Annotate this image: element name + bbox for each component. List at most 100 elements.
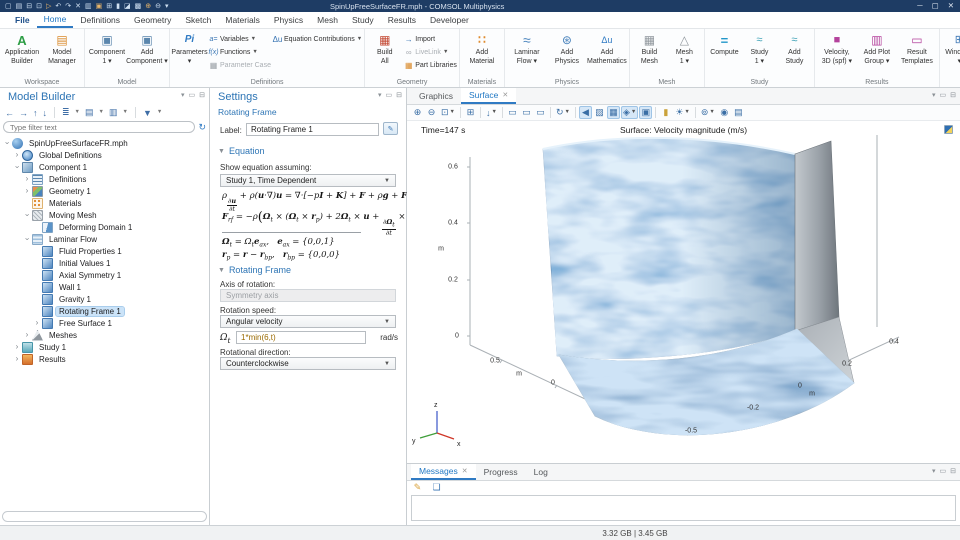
new-file-icon[interactable]: ▢ — [5, 3, 12, 10]
ribbon-button-study-1[interactable]: ≈Study1 ▾ — [742, 30, 777, 77]
environment-icon[interactable]: ⊚▼ — [699, 106, 717, 119]
zoom-extents-icon[interactable]: ⊞ — [464, 106, 477, 119]
move-down-icon[interactable]: ↓ — [43, 108, 48, 118]
ribbon-button-result-templates[interactable]: ▭ResultTemplates — [897, 30, 937, 77]
view-zx-plane-icon[interactable]: ▭ — [534, 106, 547, 119]
go-to-default-view-icon[interactable]: ↓▼ — [484, 106, 499, 119]
panel-close-icon[interactable]: ⊟ — [199, 91, 205, 99]
messages-tab-messages[interactable]: Messages✕ — [411, 464, 476, 480]
ribbon-button-add-material[interactable]: ∷AddMaterial — [462, 30, 502, 77]
duplicate-icon[interactable]: ⊞ — [106, 3, 112, 10]
ribbon-button-parameters[interactable]: PiParameters▾ — [172, 30, 207, 77]
expand-arrow-icon[interactable]: › — [13, 355, 21, 363]
ribbon-button-add-component[interactable]: ▣AddComponent ▾ — [127, 30, 167, 77]
show-icon[interactable]: ▤ — [85, 107, 94, 118]
panel-menu-icon[interactable]: ▾ — [932, 467, 936, 475]
panel-float-icon[interactable]: ▭ — [940, 467, 947, 475]
tree-row-moving-mesh[interactable]: ›Moving Mesh — [3, 209, 207, 221]
tree-row-materials[interactable]: Materials — [3, 197, 207, 209]
tree-row-fluid-properties-1[interactable]: Fluid Properties 1 — [3, 245, 207, 257]
ribbon-button-add-study[interactable]: ≈AddStudy — [777, 30, 812, 77]
menu-tab-geometry[interactable]: Geometry — [127, 12, 178, 28]
tree-row-global-definitions[interactable]: ›Global Definitions — [3, 149, 207, 161]
view-yz-plane-icon[interactable]: ▭ — [520, 106, 533, 119]
tree-row-rotating-frame-1[interactable]: Rotating Frame 1 — [3, 305, 207, 317]
model-builder-bottom-box[interactable] — [2, 511, 207, 522]
model-tree-node-text-icon[interactable]: ▥ — [109, 107, 118, 118]
graphics-tab-surface[interactable]: Surface✕ — [461, 88, 516, 104]
panel-float-icon[interactable]: ▭ — [940, 91, 947, 99]
tree-row-deforming-domain-1[interactable]: Deforming Domain 1 — [3, 221, 207, 233]
zoom-to-icon[interactable]: ⊕ — [145, 3, 151, 10]
tree-row-free-surface-1[interactable]: ›Free Surface 1 — [3, 317, 207, 329]
angular-velocity-input[interactable] — [236, 331, 366, 344]
highlight-icon[interactable]: ▩ — [135, 3, 142, 10]
refresh-icon[interactable]: ↻ — [198, 122, 206, 133]
label-input[interactable] — [246, 123, 379, 136]
run-icon[interactable]: ▷ — [46, 3, 51, 10]
lock-icon[interactable]: ▮ — [659, 106, 672, 119]
expand-arrow-icon[interactable]: › — [33, 319, 41, 327]
rotational-direction-dropdown[interactable]: Counterclockwise ▼ — [220, 357, 396, 370]
panel-close-icon[interactable]: ⊟ — [950, 91, 956, 99]
collapse-arrow-icon[interactable]: › — [23, 235, 31, 243]
zoom-out-icon[interactable]: ⊖ — [425, 106, 438, 119]
maximize-icon[interactable]: ▢ — [932, 1, 939, 10]
panel-menu-icon[interactable]: ▾ — [932, 91, 936, 99]
ribbon-button-velocity-3d-spf[interactable]: ■Velocity,3D (spf) ▾ — [817, 30, 857, 77]
menu-tab-physics[interactable]: Physics — [267, 12, 310, 28]
close-icon[interactable]: ✕ — [948, 1, 954, 10]
color-settings-icon[interactable]: ▣ — [639, 106, 652, 119]
rotating-frame-section-header[interactable]: ▼ Rotating Frame — [218, 265, 291, 275]
ribbon-button-laminar-flow[interactable]: ≈LaminarFlow ▾ — [507, 30, 547, 77]
qat-menu-icon[interactable]: ▾ — [165, 3, 169, 10]
messages-tab-log[interactable]: Log — [526, 464, 556, 480]
ribbon-button-part-libraries[interactable]: ▦Part Libraries — [404, 60, 457, 71]
tree-row-initial-values-1[interactable]: Initial Values 1 — [3, 257, 207, 269]
rotation-speed-dropdown[interactable]: Angular velocity ▼ — [220, 315, 396, 328]
tree-row-component-1[interactable]: ›Component 1 — [3, 161, 207, 173]
ribbon-button-build-all[interactable]: ▦BuildAll — [367, 30, 402, 77]
menu-tab-results[interactable]: Results — [381, 12, 423, 28]
panel-menu-icon[interactable]: ▾ — [181, 91, 185, 99]
menu-tab-developer[interactable]: Developer — [423, 12, 476, 28]
copy-icon[interactable]: ▥ — [85, 3, 92, 10]
scene-light-icon[interactable]: ☀▼ — [673, 106, 692, 119]
equation-section-header[interactable]: ▼ Equation — [218, 146, 264, 156]
tree-row-laminar-flow[interactable]: ›Laminar Flow — [3, 233, 207, 245]
close-tab-icon[interactable]: ✕ — [502, 91, 508, 99]
preview-icon[interactable]: ⊖ — [155, 3, 161, 10]
move-up-icon[interactable]: ↑ — [33, 108, 38, 118]
filter-icon[interactable]: ▼ — [143, 108, 152, 118]
panel-float-icon[interactable]: ▭ — [189, 91, 196, 99]
expand-arrow-icon[interactable]: › — [23, 187, 31, 195]
clear-messages-icon[interactable]: ✎ — [411, 481, 424, 494]
graphics-tab-graphics[interactable]: Graphics — [411, 88, 461, 104]
tree-row-gravity-1[interactable]: Gravity 1 — [3, 293, 207, 305]
panel-float-icon[interactable]: ▭ — [386, 91, 393, 99]
delete-icon[interactable]: ▮ — [116, 3, 120, 10]
tree-row-spinupfreesurfacefr-mph[interactable]: ›SpinUpFreeSurfaceFR.mph — [3, 137, 207, 149]
ribbon-button-model-manager[interactable]: ▤ModelManager — [42, 30, 82, 77]
rotate-view-icon[interactable]: ↻▼ — [554, 106, 572, 119]
hide-geometry-icon[interactable]: ◀ — [579, 106, 592, 119]
view-xy-plane-icon[interactable]: ▭ — [506, 106, 519, 119]
open-icon[interactable]: ▤ — [16, 3, 23, 10]
paste-icon[interactable]: ▣ — [96, 3, 103, 10]
panel-close-icon[interactable]: ⊟ — [950, 467, 956, 475]
ribbon-button-add-plot-group[interactable]: ▥Add PlotGroup ▾ — [857, 30, 897, 77]
panel-close-icon[interactable]: ⊟ — [396, 91, 402, 99]
tree-row-study-1[interactable]: ›Study 1 — [3, 341, 207, 353]
zoom-box-icon[interactable]: ⊡▼ — [439, 106, 457, 119]
ribbon-button-mesh-1[interactable]: △Mesh1 ▾ — [667, 30, 702, 77]
save-icon[interactable]: ⊟ — [26, 3, 32, 10]
menu-tab-sketch[interactable]: Sketch — [178, 12, 218, 28]
close-tab-icon[interactable]: ✕ — [462, 467, 468, 475]
messages-tab-progress[interactable]: Progress — [476, 464, 526, 480]
ribbon-button-equation-contributions[interactable]: ΔuEquation Contributions▼ — [273, 34, 362, 45]
zoom-in-icon[interactable]: ⊕ — [411, 106, 424, 119]
cut-icon[interactable]: ✕ — [75, 3, 81, 10]
filter-input[interactable] — [3, 121, 195, 133]
save-as-icon[interactable]: ⊡ — [36, 3, 42, 10]
ribbon-button-compute[interactable]: =Compute — [707, 30, 742, 77]
